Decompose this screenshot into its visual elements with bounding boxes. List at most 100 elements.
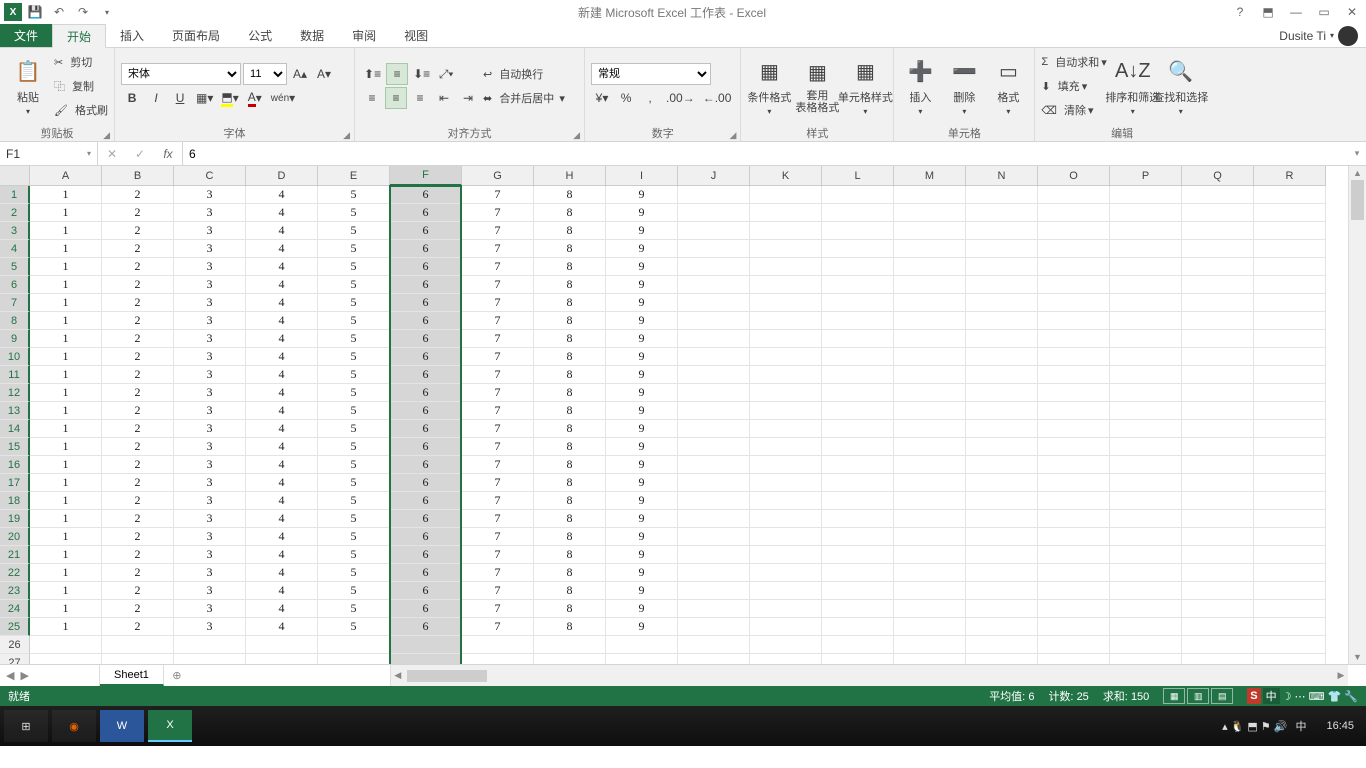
cell[interactable]: 1: [30, 438, 102, 456]
column-header[interactable]: A: [30, 166, 102, 186]
cell[interactable]: [1182, 600, 1254, 618]
cell[interactable]: 6: [390, 222, 462, 240]
column-header[interactable]: J: [678, 166, 750, 186]
cell[interactable]: [966, 654, 1038, 664]
cell[interactable]: [750, 348, 822, 366]
cell[interactable]: [1182, 564, 1254, 582]
cell[interactable]: 1: [30, 348, 102, 366]
cell[interactable]: [1038, 510, 1110, 528]
cell[interactable]: [822, 510, 894, 528]
cell[interactable]: [1110, 240, 1182, 258]
cell[interactable]: [822, 618, 894, 636]
cell[interactable]: [1182, 582, 1254, 600]
cell[interactable]: [678, 222, 750, 240]
cell[interactable]: 8: [534, 240, 606, 258]
cell[interactable]: 6: [390, 258, 462, 276]
cell[interactable]: 9: [606, 348, 678, 366]
cell[interactable]: [678, 510, 750, 528]
cell[interactable]: [966, 420, 1038, 438]
ime-sogou-icon[interactable]: S: [1247, 688, 1260, 704]
column-header[interactable]: B: [102, 166, 174, 186]
cell[interactable]: [1110, 438, 1182, 456]
cell[interactable]: 2: [102, 294, 174, 312]
cell[interactable]: [1254, 654, 1326, 664]
orientation-icon[interactable]: ⤢▾: [435, 63, 457, 85]
cell[interactable]: [966, 276, 1038, 294]
ime-extra-icon[interactable]: ☽ ⋯ ⌨ 👕 🔧: [1282, 690, 1358, 703]
tab-file[interactable]: 文件: [0, 24, 52, 47]
cell[interactable]: 2: [102, 600, 174, 618]
cell[interactable]: 4: [246, 546, 318, 564]
cell[interactable]: [1254, 240, 1326, 258]
cell[interactable]: [822, 402, 894, 420]
cell[interactable]: 7: [462, 474, 534, 492]
cell[interactable]: 6: [390, 618, 462, 636]
cell[interactable]: 9: [606, 276, 678, 294]
cell[interactable]: [1110, 330, 1182, 348]
cell[interactable]: 9: [606, 330, 678, 348]
cell[interactable]: 5: [318, 312, 390, 330]
cell[interactable]: 7: [462, 312, 534, 330]
cell[interactable]: [894, 456, 966, 474]
tab-layout[interactable]: 页面布局: [158, 24, 234, 47]
cell[interactable]: [1110, 294, 1182, 312]
cell[interactable]: [966, 582, 1038, 600]
cell[interactable]: 8: [534, 564, 606, 582]
cell[interactable]: [102, 636, 174, 654]
cell[interactable]: [894, 564, 966, 582]
find-select-button[interactable]: 🔍查找和选择▾: [1159, 50, 1203, 122]
select-all-corner[interactable]: [0, 166, 30, 186]
increase-indent-icon[interactable]: ⇥: [457, 87, 479, 109]
cell[interactable]: [102, 654, 174, 664]
cell[interactable]: [1254, 438, 1326, 456]
cell[interactable]: 2: [102, 420, 174, 438]
cell[interactable]: 9: [606, 366, 678, 384]
cell[interactable]: 8: [534, 492, 606, 510]
column-header[interactable]: F: [390, 166, 462, 186]
cell[interactable]: [894, 402, 966, 420]
cell[interactable]: 5: [318, 510, 390, 528]
cell[interactable]: 3: [174, 276, 246, 294]
normal-view-icon[interactable]: ▦: [1163, 688, 1185, 704]
cell[interactable]: 2: [102, 330, 174, 348]
cell[interactable]: [1038, 474, 1110, 492]
cell[interactable]: [1038, 654, 1110, 664]
phonetic-button[interactable]: wén▾: [268, 87, 298, 109]
cell[interactable]: 1: [30, 618, 102, 636]
cell[interactable]: [822, 600, 894, 618]
border-button[interactable]: ▦▾: [193, 87, 216, 109]
cell[interactable]: [750, 546, 822, 564]
cell[interactable]: 7: [462, 564, 534, 582]
cell[interactable]: [894, 546, 966, 564]
cell[interactable]: 5: [318, 240, 390, 258]
scroll-right-icon[interactable]: ▶: [1334, 670, 1348, 681]
cell[interactable]: [1038, 636, 1110, 654]
cell[interactable]: [822, 420, 894, 438]
cell[interactable]: [1254, 492, 1326, 510]
cell[interactable]: 7: [462, 510, 534, 528]
cell[interactable]: 2: [102, 456, 174, 474]
cell[interactable]: 7: [462, 240, 534, 258]
cell[interactable]: [750, 240, 822, 258]
cell[interactable]: [1110, 456, 1182, 474]
row-header[interactable]: 2: [0, 204, 30, 222]
cell[interactable]: [1110, 222, 1182, 240]
row-header[interactable]: 11: [0, 366, 30, 384]
cell[interactable]: 2: [102, 312, 174, 330]
cell[interactable]: [966, 330, 1038, 348]
cell[interactable]: 9: [606, 384, 678, 402]
cell[interactable]: [1038, 222, 1110, 240]
horizontal-scrollbar[interactable]: ◀ ▶: [390, 665, 1348, 686]
percent-icon[interactable]: %: [615, 87, 637, 109]
cell[interactable]: 5: [318, 456, 390, 474]
cell[interactable]: 9: [606, 222, 678, 240]
cell[interactable]: [678, 564, 750, 582]
cell[interactable]: 4: [246, 276, 318, 294]
cell[interactable]: [894, 636, 966, 654]
help-icon[interactable]: ?: [1226, 1, 1254, 23]
cell[interactable]: 5: [318, 348, 390, 366]
cell[interactable]: [1038, 204, 1110, 222]
tab-insert[interactable]: 插入: [106, 24, 158, 47]
qat-dropdown-icon[interactable]: ▾: [96, 1, 118, 23]
cell[interactable]: 3: [174, 240, 246, 258]
